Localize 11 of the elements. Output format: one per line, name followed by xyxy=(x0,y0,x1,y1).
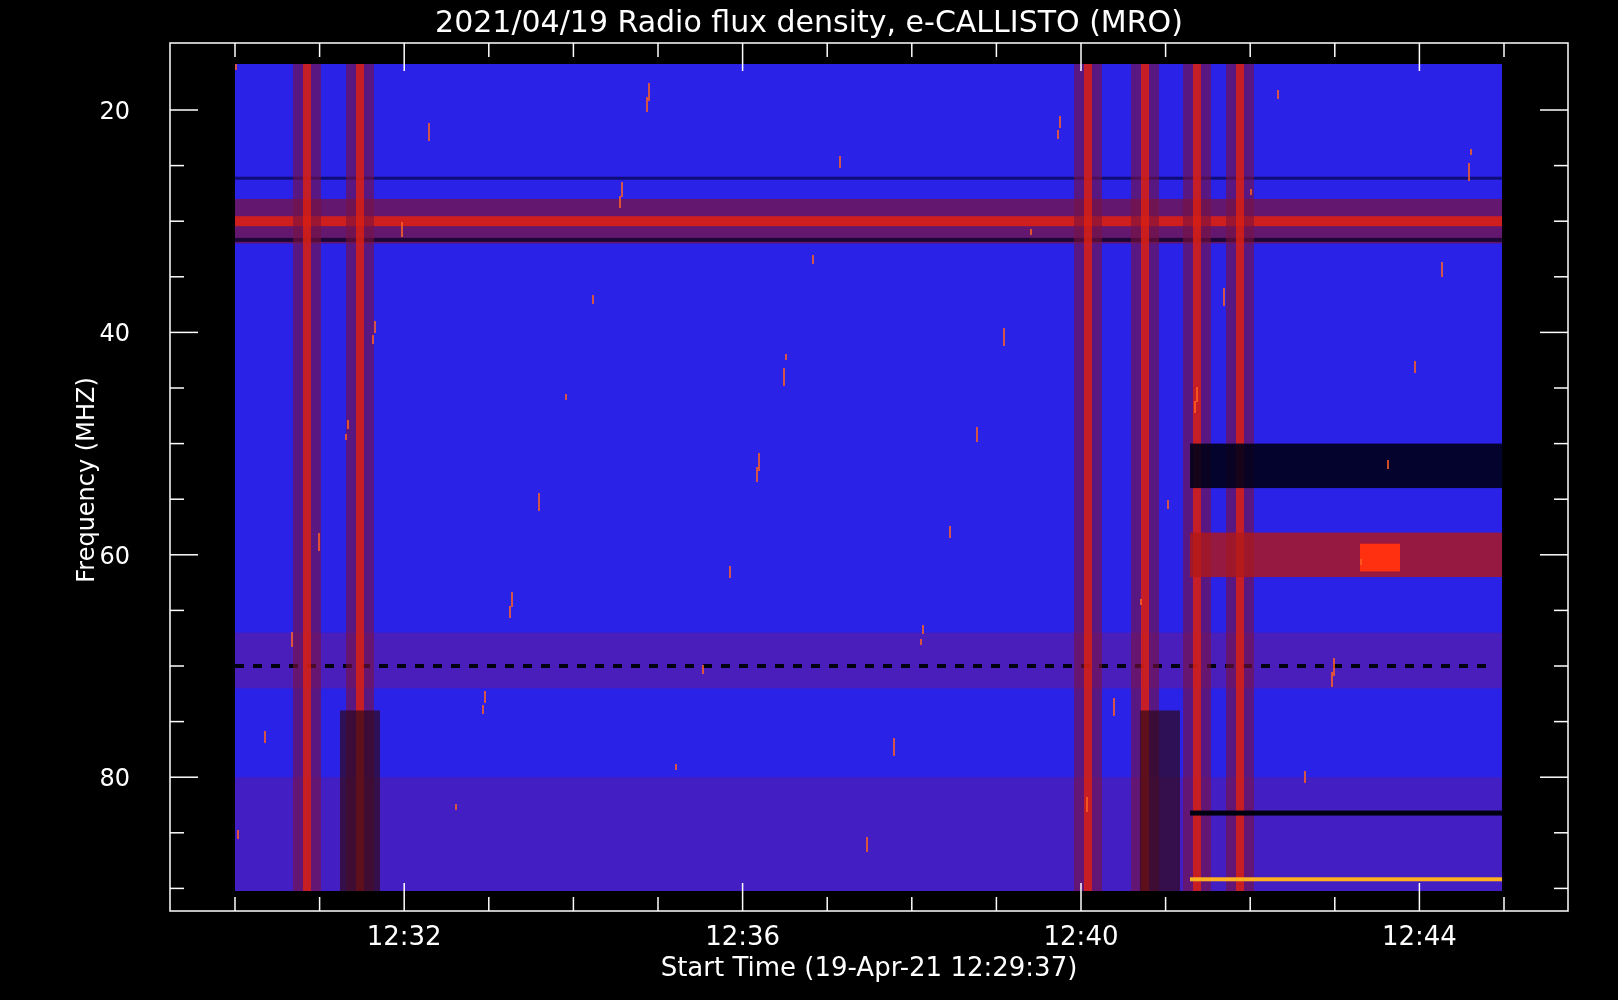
x-tick-label: 12:40 xyxy=(1043,921,1119,951)
y-tick-label: 80 xyxy=(99,764,130,793)
y-tick-label: 60 xyxy=(99,541,130,570)
x-axis-label: Start Time (19-Apr-21 12:29:37) xyxy=(660,952,1078,982)
y-tick-label: 40 xyxy=(99,319,130,348)
x-tick-label: 12:44 xyxy=(1381,921,1457,951)
y-tick-label: 20 xyxy=(99,97,130,125)
x-tick-label: 12:36 xyxy=(705,921,781,951)
y-axis-label: Frequency (MHZ) xyxy=(72,377,100,583)
x-tick-label: 12:32 xyxy=(366,921,442,951)
plot-title: 2021/04/19 Radio flux density, e-CALLISTO (MRO) xyxy=(435,4,1183,39)
